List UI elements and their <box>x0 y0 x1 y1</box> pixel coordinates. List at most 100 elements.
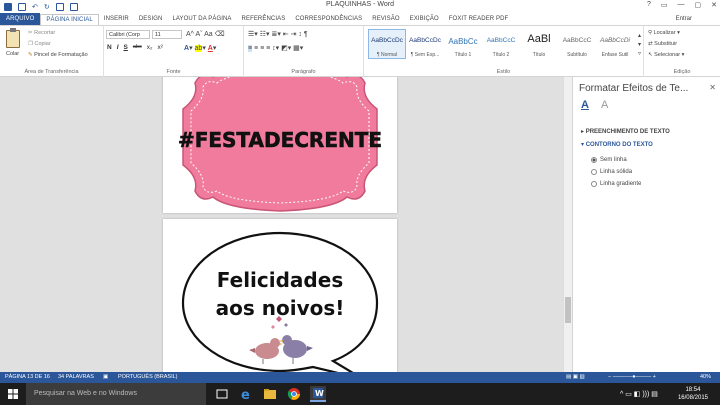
task-view-icon[interactable] <box>214 386 230 402</box>
style-subtitle[interactable]: AaBbCcC Subtítulo <box>558 29 596 59</box>
replace-button[interactable]: ⇄ Substituir <box>648 41 677 47</box>
radio-no-line[interactable]: Sem linha <box>591 157 627 163</box>
view-buttons-icon[interactable]: ▤ ▣ ▥ <box>566 374 585 380</box>
windows-start-icon[interactable] <box>0 383 26 405</box>
font-family-combo[interactable]: Calibri (Corp <box>106 30 150 39</box>
window-controls: ? ▭ — ▢ ✕ <box>647 1 717 9</box>
clipboard-group: Colar ✂ Recortar ❐ Copiar ✎ Pincel de Fo… <box>0 26 104 77</box>
font-size-combo[interactable]: 11 <box>152 30 182 39</box>
radio-icon <box>591 169 597 175</box>
format-painter-button[interactable]: ✎ Pincel de Formatação <box>28 52 88 58</box>
font-group-label: Fonte <box>166 69 181 75</box>
clipboard-group-label: Área de Transferência <box>24 69 79 75</box>
superscript-button[interactable]: x² <box>158 44 163 51</box>
scrollbar-thumb[interactable] <box>565 297 571 323</box>
align-buttons-icon[interactable]: ≡ ≡ ≡ ≡ ↕▾ ◩▾ ▦▾ <box>248 44 303 52</box>
styles-group: AaBbCcDc ¶ Normal AaBbCcDc ¶ Sem Esp... … <box>364 26 644 77</box>
underline-button[interactable]: S <box>124 44 128 51</box>
window-title: PLAQUINHAS - Word <box>326 1 394 8</box>
maximize-button[interactable]: ▢ <box>695 1 702 9</box>
tab-referencias[interactable]: REFERÊNCIAS <box>237 13 291 25</box>
sign-in-link[interactable]: Entrar <box>676 16 692 22</box>
document-page[interactable]: Felicidades aos noivos! <box>163 219 397 372</box>
strikethrough-button[interactable]: abc <box>133 44 142 51</box>
tab-arquivo[interactable]: ARQUIVO <box>0 13 41 25</box>
paste-icon[interactable] <box>6 30 20 48</box>
text-effects-tab-icon[interactable]: A <box>601 99 608 111</box>
ribbon-display-button[interactable]: ▭ <box>661 1 668 9</box>
windows-taskbar: Pesquisar na Web e no Windows e W ^ ▭ ◧ … <box>0 383 720 405</box>
style-normal[interactable]: AaBbCcDc ¶ Normal <box>368 29 406 59</box>
style-heading2[interactable]: AaBbCcC Título 2 <box>482 29 520 59</box>
system-tray-icons[interactable]: ^ ▭ ◧ ))) ▤ <box>620 390 658 398</box>
pane-title: Formatar Efeitos de Te... <box>579 83 689 94</box>
pane-close-button[interactable]: ✕ <box>709 83 716 92</box>
plaque-text: #FESTADECRENTE <box>178 128 382 152</box>
styles-scroll-icon[interactable]: ▴ ▾ ▿ <box>638 32 641 59</box>
page-count[interactable]: PÁGINA 13 DE 16 <box>5 374 50 380</box>
zoom-level[interactable]: 40% <box>700 374 711 380</box>
list-buttons-icon[interactable]: ☰▾ ☷▾ ≣▾ ⇤ ⇥ ↕ ¶ <box>248 30 308 38</box>
paste-clip-icon <box>10 28 16 32</box>
find-button[interactable]: ⚲ Localizar ▾ <box>648 30 680 36</box>
copy-button[interactable]: ❐ Copiar <box>28 41 51 47</box>
minimize-button[interactable]: — <box>678 1 685 9</box>
select-button[interactable]: ↖ Selecionar ▾ <box>648 52 684 58</box>
style-title[interactable]: AaBl Título <box>520 29 558 59</box>
tab-correspondencias[interactable]: CORRESPONDÊNCIAS <box>290 13 367 25</box>
taskbar-search-input[interactable]: Pesquisar na Web e no Windows <box>26 383 206 405</box>
status-bar: PÁGINA 13 DE 16 34 PALAVRAS ▣ PORTUGUÊS … <box>0 372 720 383</box>
tab-exibicao[interactable]: EXIBIÇÃO <box>405 13 444 25</box>
plaque-festadecrente[interactable]: #FESTADECRENTE <box>163 77 397 213</box>
word-taskbar-icon[interactable]: W <box>310 386 326 402</box>
italic-button[interactable]: I <box>117 44 119 51</box>
ribbon-tabs: ARQUIVO PÁGINA INICIAL INSERIR DESIGN LA… <box>0 13 720 25</box>
radio-selected-icon <box>591 157 597 163</box>
tab-inserir[interactable]: INSERIR <box>99 13 134 25</box>
styles-group-label: Estilo <box>496 69 511 75</box>
text-fill-section[interactable]: ▸ PREENCHIMENTO DE TEXTO <box>581 128 670 135</box>
word-count[interactable]: 34 PALAVRAS <box>58 374 94 380</box>
font-group: Calibri (Corp 11 A^ Aˇ Aa ⌫ N I S abc x₂… <box>104 26 244 77</box>
text-outline-section[interactable]: ▾ CONTORNO DO TEXTO <box>581 141 653 148</box>
document-page[interactable]: #FESTADECRENTE <box>163 77 397 213</box>
radio-icon <box>591 181 597 187</box>
proofing-icon[interactable]: ▣ <box>103 374 108 380</box>
close-button[interactable]: ✕ <box>711 1 717 9</box>
help-button[interactable]: ? <box>647 1 651 9</box>
vertical-scrollbar[interactable] <box>563 77 572 372</box>
style-subtle-emphasis[interactable]: AaBbCcDi Ênfase Sutil <box>596 29 634 59</box>
language[interactable]: PORTUGUÊS (BRASIL) <box>118 374 178 380</box>
subscript-button[interactable]: x₂ <box>147 44 153 51</box>
radio-gradient-line[interactable]: Linha gradiente <box>591 181 641 187</box>
editing-group: ⚲ Localizar ▾ ⇄ Substituir ↖ Selecionar … <box>644 26 720 77</box>
zoom-slider[interactable]: − ─────●──── + <box>608 374 656 380</box>
text-fill-outline-icon[interactable]: A <box>581 99 589 111</box>
radio-solid-line[interactable]: Linha sólida <box>591 169 632 175</box>
taskbar-clock[interactable]: 18:54 16/08/2015 <box>678 386 708 402</box>
speech-bubble-plaque[interactable]: Felicidades aos noivos! <box>163 219 397 372</box>
cut-button[interactable]: ✂ Recortar <box>28 30 55 36</box>
edge-icon[interactable]: e <box>238 386 254 403</box>
document-area[interactable]: #FESTADECRENTE Felicidades aos noivos! <box>0 77 563 372</box>
bubble-line2: aos noivos! <box>216 296 345 320</box>
style-heading1[interactable]: AaBbCc Título 1 <box>444 29 482 59</box>
paragraph-group-label: Parágrafo <box>291 69 316 75</box>
title-bar: ↶ ↻ PLAQUINHAS - Word ? ▭ — ▢ ✕ <box>0 0 720 13</box>
grow-font-icon[interactable]: A^ Aˇ Aa ⌫ <box>186 30 224 38</box>
tab-revisao[interactable]: REVISÃO <box>367 13 404 25</box>
tab-foxit[interactable]: FOXIT READER PDF <box>444 13 514 25</box>
paste-button[interactable]: Colar <box>6 51 19 57</box>
file-explorer-icon[interactable] <box>262 386 278 402</box>
bold-button[interactable]: N <box>107 44 112 51</box>
format-text-effects-pane: Formatar Efeitos de Te... ✕ A A ▸ PREENC… <box>572 77 720 372</box>
text-effects-icon[interactable]: A▾ ab▾ A▾ <box>184 44 216 52</box>
search-placeholder: Pesquisar na Web e no Windows <box>34 390 137 397</box>
tab-layout[interactable]: LAYOUT DA PÁGINA <box>167 13 236 25</box>
bubble-line1: Felicidades <box>217 268 343 292</box>
chrome-icon[interactable] <box>286 386 302 402</box>
tab-design[interactable]: DESIGN <box>134 13 168 25</box>
tab-pagina-inicial[interactable]: PÁGINA INICIAL <box>40 13 99 25</box>
style-no-spacing[interactable]: AaBbCcDc ¶ Sem Esp... <box>406 29 444 59</box>
ribbon: Colar ✂ Recortar ❐ Copiar ✎ Pincel de Fo… <box>0 25 720 77</box>
